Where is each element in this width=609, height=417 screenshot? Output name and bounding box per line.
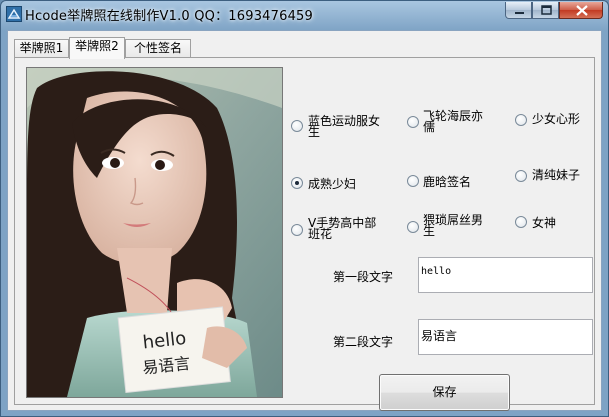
line1-input[interactable]: hello bbox=[418, 257, 593, 293]
close-icon bbox=[576, 5, 588, 16]
minimize-icon bbox=[515, 12, 524, 14]
radio-style-2[interactable] bbox=[515, 114, 527, 126]
maximize-icon bbox=[541, 5, 552, 15]
preview-photo: hello 易语言 bbox=[26, 67, 283, 398]
radio-label-style-7[interactable]: 猥琐屌丝男生 bbox=[423, 214, 489, 237]
title-bar[interactable]: Hcode举牌照在线制作V1.0 QQ：1693476459 bbox=[1, 1, 608, 29]
radio-style-0[interactable] bbox=[291, 120, 303, 132]
radio-style-8[interactable] bbox=[515, 216, 527, 228]
line2-input[interactable]: 易语言 bbox=[418, 319, 593, 355]
line2-label: 第二段文字 bbox=[333, 335, 394, 349]
radio-selected-dot bbox=[295, 181, 299, 185]
client-area: 举牌照1 举牌照2 个性签名 hello 易语言 蓝色运动服女生 飞轮海辰亦儒 … bbox=[7, 30, 602, 411]
radio-label-style-2[interactable]: 少女心形 bbox=[532, 113, 580, 125]
minimize-button[interactable] bbox=[505, 2, 532, 19]
main-window: Hcode举牌照在线制作V1.0 QQ：1693476459 举牌照1 举牌照2… bbox=[0, 0, 609, 417]
tab-panel: hello 易语言 蓝色运动服女生 飞轮海辰亦儒 少女心形 成熟少妇 鹿晗签名 … bbox=[14, 57, 595, 411]
tab-jupaizhao-1[interactable]: 举牌照1 bbox=[14, 39, 69, 58]
window-title: Hcode举牌照在线制作V1.0 QQ：1693476459 bbox=[25, 9, 314, 24]
radio-style-6[interactable] bbox=[291, 224, 303, 236]
close-button[interactable] bbox=[559, 2, 603, 19]
radio-label-style-0[interactable]: 蓝色运动服女生 bbox=[308, 115, 384, 138]
radio-style-5[interactable] bbox=[515, 170, 527, 182]
radio-label-style-4[interactable]: 鹿晗签名 bbox=[423, 176, 471, 188]
radio-label-style-8[interactable]: 女神 bbox=[532, 217, 556, 229]
radio-style-7[interactable] bbox=[407, 221, 419, 233]
line1-label: 第一段文字 bbox=[333, 270, 394, 284]
tab-jupaizhao-2[interactable]: 举牌照2 bbox=[69, 37, 125, 59]
tab-signature[interactable]: 个性签名 bbox=[125, 39, 191, 58]
portrait-image: hello 易语言 bbox=[27, 68, 282, 397]
radio-style-3[interactable] bbox=[291, 177, 303, 189]
radio-label-style-1[interactable]: 飞轮海辰亦儒 bbox=[423, 110, 489, 133]
app-icon bbox=[6, 6, 22, 22]
maximize-button[interactable] bbox=[532, 2, 559, 19]
save-button[interactable]: 保存 bbox=[379, 374, 510, 411]
radio-label-style-5[interactable]: 清纯妹子 bbox=[532, 169, 580, 181]
radio-label-style-6[interactable]: V手势高中部班花 bbox=[308, 217, 388, 240]
radio-label-style-3[interactable]: 成熟少妇 bbox=[308, 178, 356, 190]
radio-style-1[interactable] bbox=[407, 116, 419, 128]
radio-style-4[interactable] bbox=[407, 175, 419, 187]
